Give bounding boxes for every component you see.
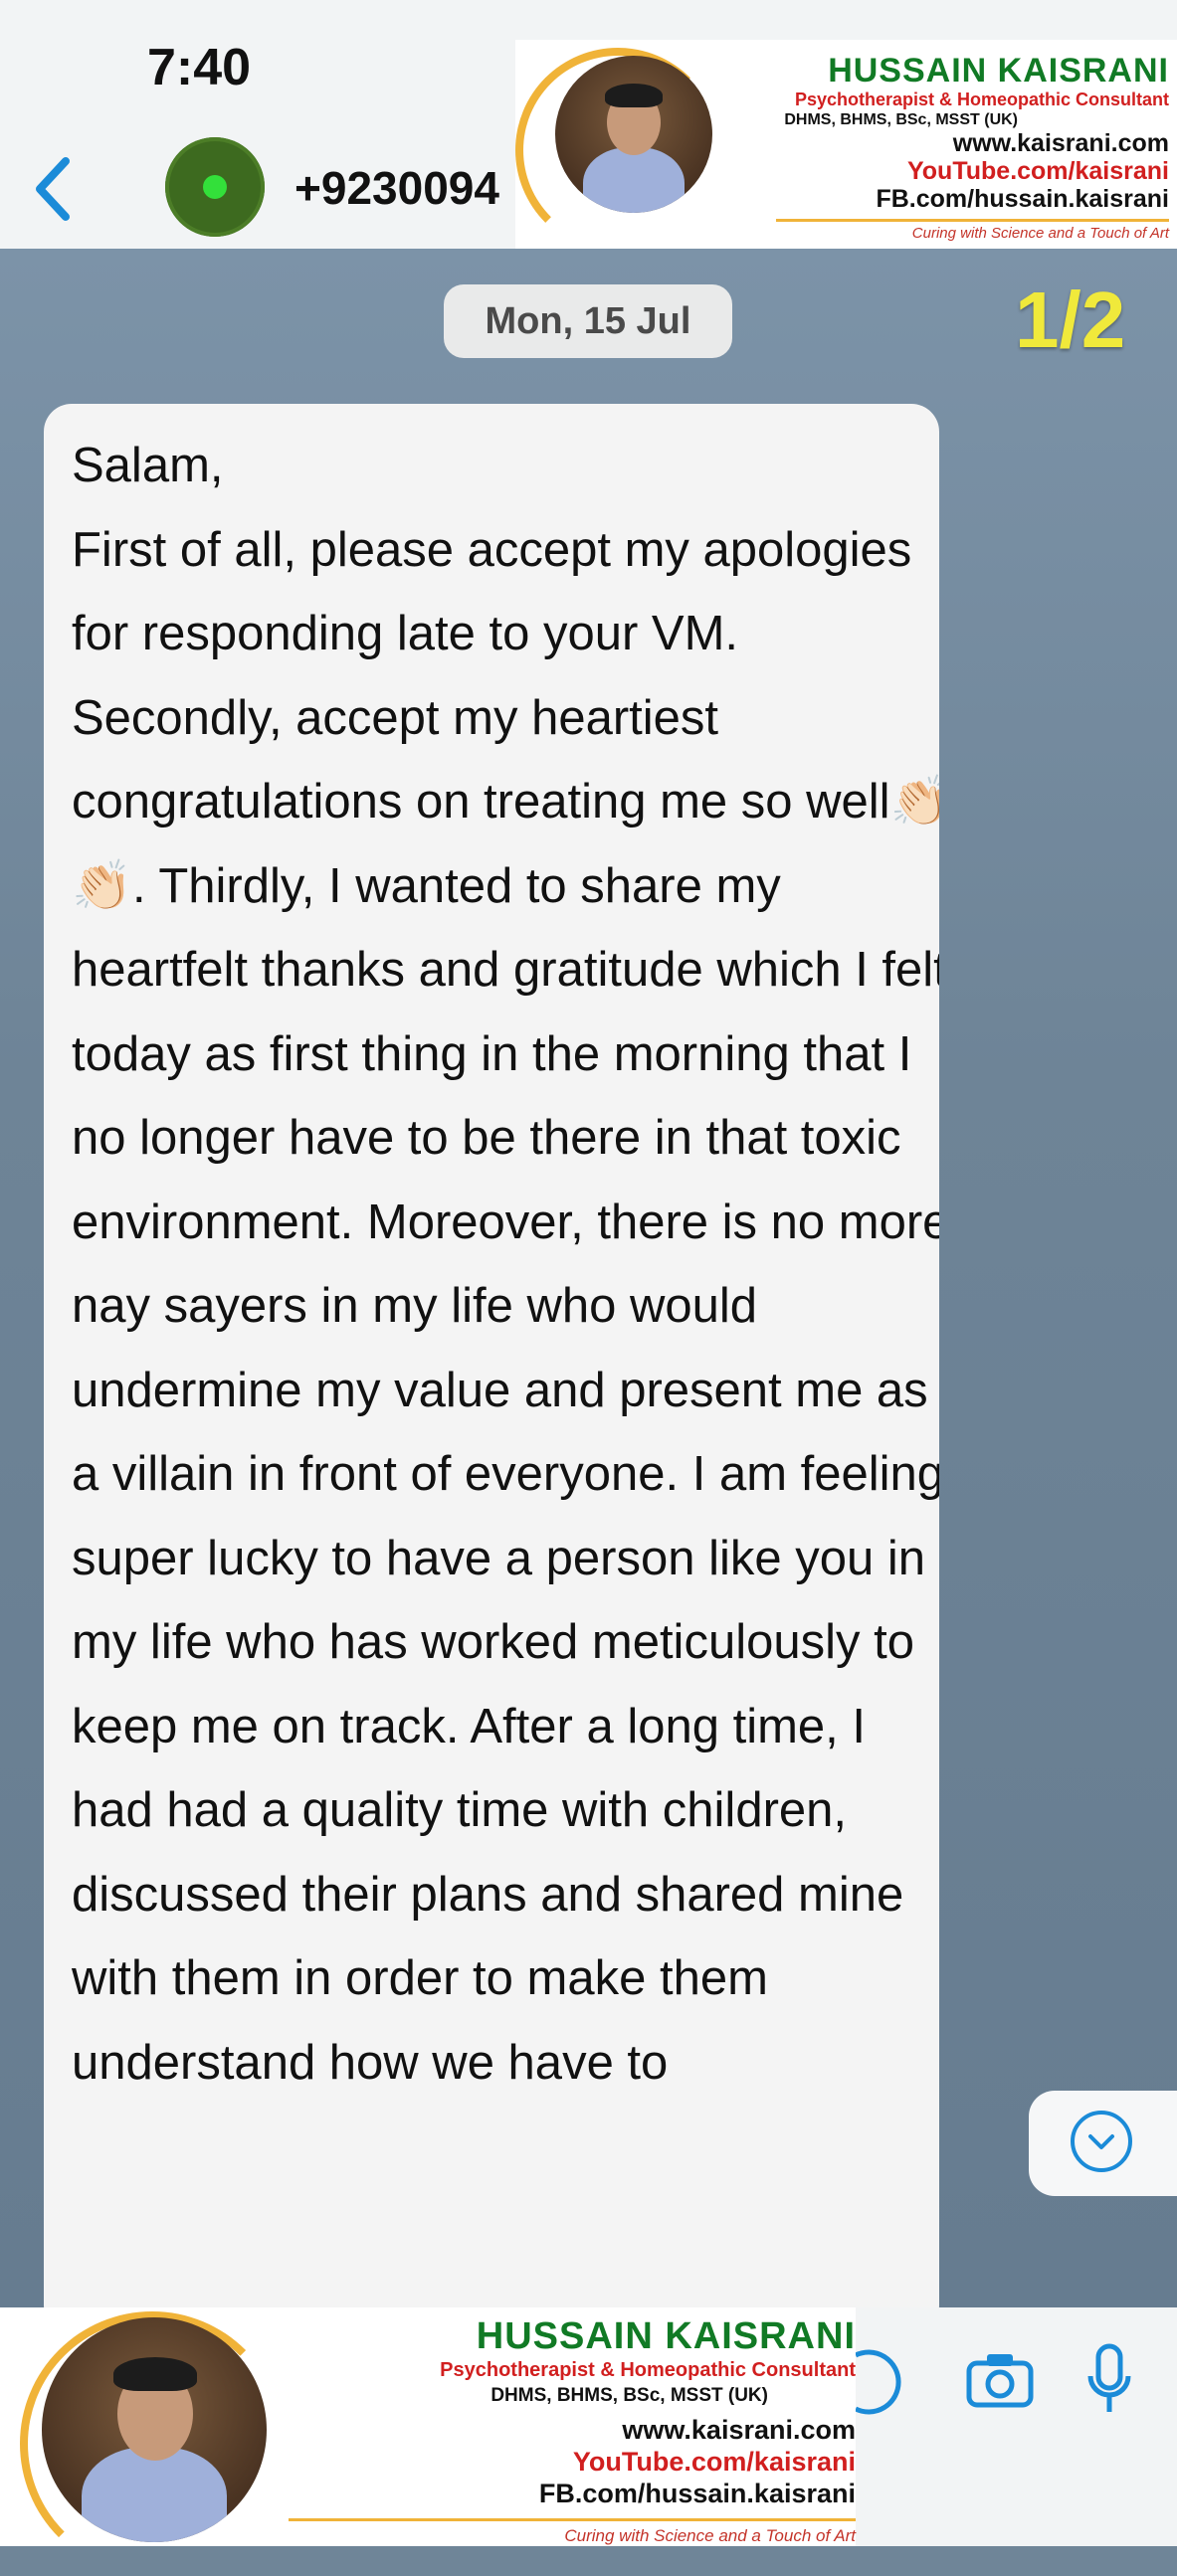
chevron-down-icon	[1071, 2111, 1132, 2172]
consultant-photo	[555, 56, 712, 213]
brand-name: HUSSAIN KAISRANI	[828, 52, 1169, 90]
microphone-icon	[1087, 2343, 1131, 2412]
brand-facebook: FB.com/hussain.kaisrani	[538, 2479, 856, 2508]
branding-overlay-bottom: HUSSAIN KAISRANI Psychotherapist & Homeo…	[0, 2307, 856, 2576]
online-indicator	[203, 175, 227, 199]
microphone-button[interactable]	[1084, 2342, 1134, 2422]
branding-overlay-top: HUSSAIN KAISRANI Psychotherapist & Homeo…	[515, 40, 1177, 253]
camera-button[interactable]	[965, 2349, 1035, 2409]
brand-subtitle: Psychotherapist & Homeopathic Consultant	[794, 90, 1169, 109]
brand-qualifications: DHMS, BHMS, BSc, MSST (UK)	[784, 111, 1018, 128]
brand-website: www.kaisrani.com	[952, 129, 1169, 157]
brand-tagline: Curing with Science and a Touch of Art	[911, 225, 1169, 242]
brand-name: HUSSAIN KAISRANI	[476, 2315, 856, 2357]
brand-divider	[289, 2518, 856, 2521]
brand-divider	[776, 219, 1169, 222]
contact-avatar[interactable]	[165, 137, 265, 237]
brand-subtitle: Psychotherapist & Homeopathic Consultant	[440, 2359, 856, 2381]
chevron-left-icon	[36, 157, 70, 221]
date-chip: Mon, 15 Jul	[444, 284, 732, 358]
brand-youtube: YouTube.com/kaisrani	[572, 2447, 856, 2477]
contact-name[interactable]: +9230094	[294, 161, 523, 215]
brand-facebook: FB.com/hussain.kaisrani	[876, 185, 1169, 213]
brand-website: www.kaisrani.com	[622, 2415, 856, 2445]
brand-youtube: YouTube.com/kaisrani	[906, 157, 1169, 185]
brand-tagline: Curing with Science and a Touch of Art	[564, 2526, 856, 2545]
back-button[interactable]	[30, 149, 80, 229]
message-text: Salam, First of all, please accept my ap…	[72, 439, 939, 2090]
consultant-photo	[42, 2317, 267, 2542]
camera-icon	[966, 2354, 1034, 2408]
scroll-to-bottom-button[interactable]	[1029, 2091, 1177, 2196]
brand-qualifications: DHMS, BHMS, BSc, MSST (UK)	[490, 2385, 768, 2406]
message-bubble[interactable]: Salam, First of all, please accept my ap…	[44, 404, 939, 2333]
status-time: 7:40	[147, 39, 252, 96]
page-counter: 1/2	[1015, 276, 1126, 364]
